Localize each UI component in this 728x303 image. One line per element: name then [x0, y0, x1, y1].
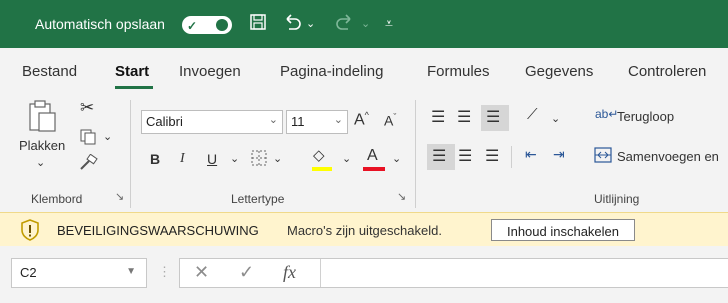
formula-bar: C2 ▼ ⋮ ✕ ✓ fx	[0, 246, 728, 303]
redo-dropdown-icon[interactable]: ⌄	[361, 17, 370, 30]
orientation-icon[interactable]: ⟋	[527, 106, 538, 123]
copy-icon[interactable]	[79, 128, 97, 149]
formula-input[interactable]: ✕ ✓ fx	[179, 258, 728, 288]
shield-warning-icon	[20, 219, 40, 241]
copy-dropdown-icon[interactable]: ⌄	[103, 130, 112, 143]
paste-dropdown-icon[interactable]: ⌄	[36, 156, 45, 169]
tab-start[interactable]: Start	[115, 63, 149, 80]
orientation-dropdown-icon[interactable]: ⌄	[551, 112, 560, 125]
font-name-value: Calibri	[146, 114, 183, 129]
autosave-label: Automatisch opslaan	[35, 16, 165, 32]
tab-formules[interactable]: Formules	[427, 63, 490, 80]
format-painter-icon[interactable]	[78, 153, 98, 175]
tab-pagina-indeling[interactable]: Pagina-indeling	[280, 63, 383, 80]
fill-color-bar	[312, 167, 332, 171]
name-box[interactable]: C2 ▼	[11, 258, 147, 288]
insert-function-icon[interactable]: fx	[283, 262, 296, 283]
ribbon-tabs: Bestand Start Invoegen Pagina-indeling F…	[0, 48, 728, 94]
drag-handle-icon[interactable]: ⋮	[158, 264, 171, 280]
security-warning-title: BEVEILIGINGSWAARSCHUWING	[57, 223, 259, 238]
font-name-select[interactable]: Calibri ⌄	[141, 110, 283, 134]
enable-content-button[interactable]: Inhoud inschakelen	[491, 219, 635, 241]
separator	[320, 259, 321, 287]
wrap-text-label[interactable]: Terugloop	[617, 109, 674, 124]
tab-gegevens[interactable]: Gegevens	[525, 63, 593, 80]
separator	[511, 146, 512, 168]
borders-icon[interactable]	[250, 149, 268, 170]
align-right-icon[interactable]: ☰	[485, 146, 499, 166]
group-label-alignment: Uitlijning	[594, 192, 640, 206]
toggle-on-icon: ✓	[187, 19, 198, 33]
chevron-down-icon: ⌄	[268, 114, 278, 126]
redo-icon[interactable]	[334, 13, 354, 36]
align-top-icon[interactable]: ☰	[431, 107, 445, 127]
enter-icon[interactable]: ✓	[239, 262, 254, 283]
tab-bestand[interactable]: Bestand	[22, 63, 77, 80]
name-box-value: C2	[20, 265, 37, 280]
merge-center-label[interactable]: Samenvoegen en	[617, 149, 719, 164]
group-label-font: Lettertype	[231, 192, 285, 206]
title-bar: Automatisch opslaan ✓ ⌄ ⌄ ⩡	[0, 0, 728, 48]
undo-dropdown-icon[interactable]: ⌄	[306, 17, 315, 30]
font-color-button[interactable]: A	[367, 147, 378, 165]
shrink-font-icon[interactable]: Aˇ	[384, 112, 396, 129]
align-center-icon[interactable]: ☰	[458, 146, 472, 166]
align-middle-icon[interactable]: ☰	[457, 107, 471, 127]
cut-icon[interactable]: ✂	[80, 98, 94, 118]
merge-center-icon[interactable]	[594, 146, 612, 167]
align-left-icon[interactable]: ☰	[432, 146, 446, 166]
security-warning-message: Macro's zijn uitgeschakeld.	[287, 223, 442, 238]
bold-button[interactable]: B	[150, 151, 160, 167]
font-color-dropdown-icon[interactable]: ⌄	[392, 152, 401, 165]
toggle-knob	[216, 19, 228, 31]
tab-controleren[interactable]: Controleren	[628, 63, 706, 80]
font-color-bar	[363, 167, 385, 171]
security-warning-bar: BEVEILIGINGSWAARSCHUWING Macro's zijn ui…	[0, 212, 728, 248]
wrap-text-icon[interactable]: ab↵	[595, 107, 618, 121]
ribbon: Plakken ⌄ ✂ ⌄ Klembord ↘ Calibri ⌄ 11 ⌄ …	[0, 94, 728, 212]
autosave-toggle[interactable]: ✓	[182, 16, 232, 34]
font-size-select[interactable]: 11 ⌄	[286, 110, 348, 134]
fill-color-dropdown-icon[interactable]: ⌄	[342, 152, 351, 165]
chevron-down-icon: ⌄	[333, 114, 343, 126]
tab-invoegen[interactable]: Invoegen	[179, 63, 241, 80]
grow-font-icon[interactable]: A^	[354, 110, 369, 129]
italic-button[interactable]: I	[180, 151, 185, 167]
underline-button[interactable]: U	[207, 151, 217, 167]
decrease-indent-icon[interactable]: ⇤	[525, 146, 537, 163]
paste-icon[interactable]	[27, 99, 57, 136]
undo-icon[interactable]	[283, 13, 303, 36]
font-launcher-icon[interactable]: ↘	[397, 190, 406, 203]
separator	[415, 100, 416, 208]
customize-qat-icon[interactable]: ⩡	[385, 15, 393, 32]
fill-color-icon[interactable]: ◇	[313, 146, 325, 164]
increase-indent-icon[interactable]: ⇥	[553, 146, 565, 163]
borders-dropdown-icon[interactable]: ⌄	[273, 152, 282, 165]
align-bottom-icon[interactable]: ☰	[486, 107, 500, 127]
save-icon[interactable]	[249, 13, 267, 36]
cancel-icon[interactable]: ✕	[194, 262, 209, 283]
separator	[130, 100, 131, 208]
clipboard-launcher-icon[interactable]: ↘	[115, 190, 124, 203]
chevron-down-icon: ▼	[126, 266, 136, 277]
active-tab-indicator	[115, 86, 153, 89]
underline-dropdown-icon[interactable]: ⌄	[230, 152, 239, 165]
font-size-value: 11	[291, 114, 305, 129]
paste-label[interactable]: Plakken	[19, 138, 65, 153]
group-label-clipboard: Klembord	[31, 192, 83, 206]
